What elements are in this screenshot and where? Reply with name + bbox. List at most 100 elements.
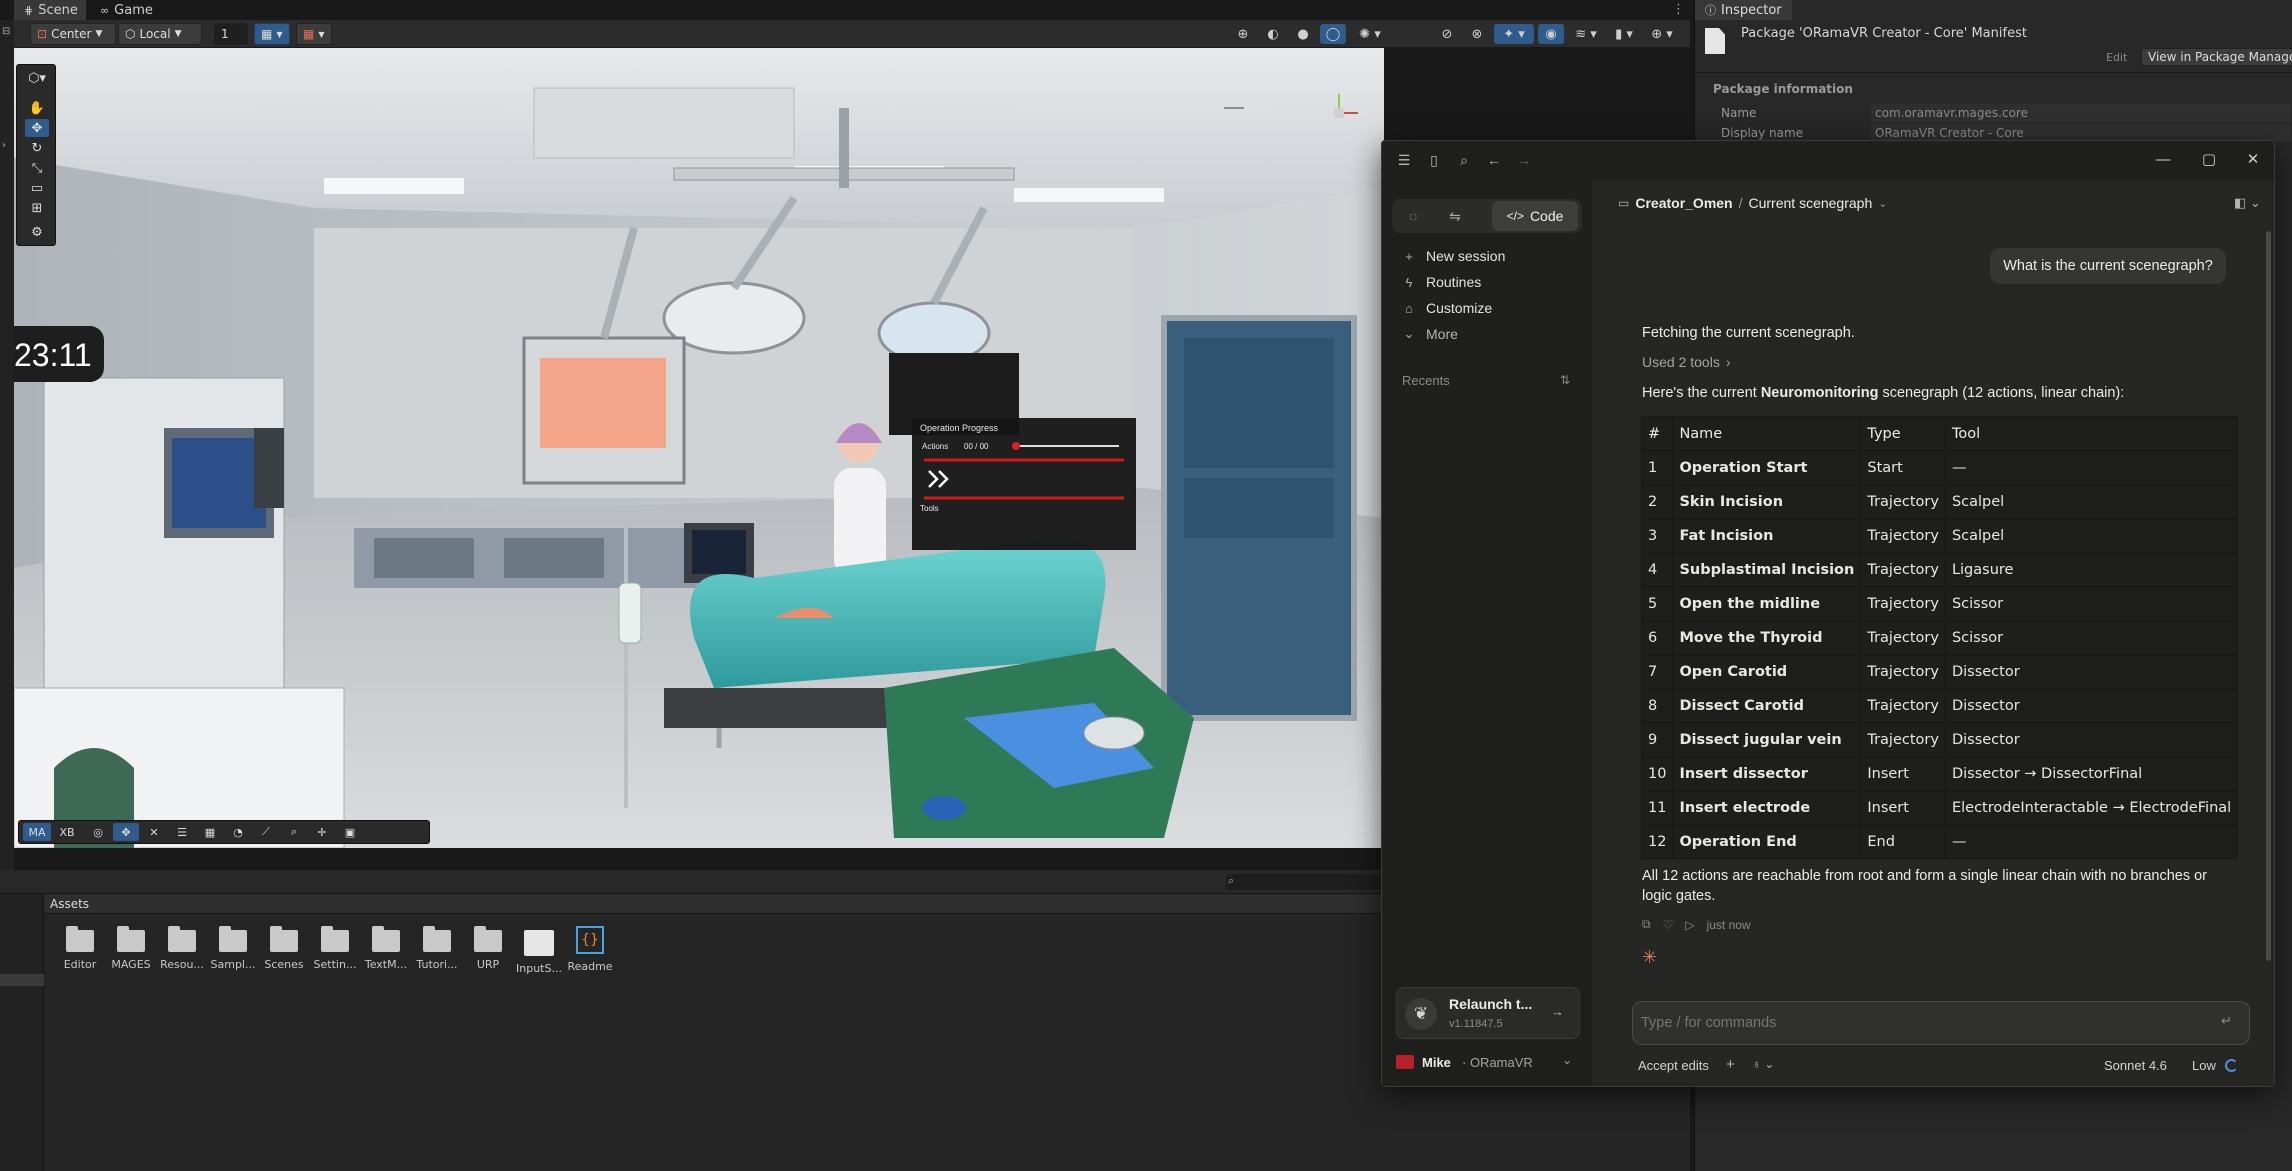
sidebar-item-routines[interactable]: ϟ Routines — [1402, 271, 1482, 293]
lighting-icon[interactable]: ✺ ▾ — [1350, 24, 1390, 44]
gizmos-icon[interactable]: ⊕ ▾ — [1644, 24, 1680, 44]
asset-item[interactable]: Editor — [57, 926, 103, 971]
shading-icon[interactable]: ◐ — [1260, 24, 1286, 44]
compass-icon[interactable]: ◎ — [85, 823, 111, 841]
tab-game[interactable]: ∞ Game — [90, 0, 160, 20]
pivot-dropdown[interactable]: ⊡ Center ▼ — [30, 23, 116, 45]
custom-tool-icon[interactable]: ⚙ — [25, 223, 49, 241]
chevron-right-icon[interactable]: › — [2, 140, 6, 151]
view-options-icon[interactable]: ⬡▾ — [25, 69, 49, 87]
filter-icon[interactable]: ⇅ — [1560, 373, 1570, 387]
tab-menu-icon[interactable]: ⋮ — [1672, 2, 1685, 17]
view-in-package-manager-button[interactable]: View in Package Manage — [2141, 48, 2292, 66]
effort-selector[interactable]: Low — [2192, 1058, 2216, 1073]
grid-snap-button[interactable]: ▦ ▼ — [254, 23, 290, 45]
send-icon[interactable]: ↵ — [2221, 1013, 2232, 1029]
chat-mode-icon[interactable]: ◌ — [1398, 201, 1428, 231]
cowork-mode-icon[interactable]: ⇋ — [1440, 201, 1470, 231]
model-selector[interactable]: Sonnet 4.6 — [2104, 1058, 2167, 1073]
tools-used-toggle[interactable]: Used 2 tools › — [1642, 354, 1731, 370]
grid-icon[interactable]: ▦ — [197, 823, 223, 841]
asset-item[interactable]: Resou... — [159, 926, 205, 971]
sidebar-item-more[interactable]: ⌄ More — [1402, 323, 1458, 345]
minimize-icon[interactable]: — — [2140, 141, 2186, 177]
rotate-tool-icon[interactable]: ↻ — [25, 139, 49, 157]
asset-item[interactable]: Sampl... — [210, 926, 256, 971]
visibility-icon[interactable]: ◉ — [1538, 24, 1564, 44]
tree-selected-row[interactable] — [0, 974, 44, 986]
forward-arrow-icon[interactable]: → — [1510, 149, 1538, 171]
tab-inspector[interactable]: ⓘ Inspector — [1695, 0, 1792, 20]
sliders-icon[interactable]: ☰ — [169, 823, 195, 841]
xb-button[interactable]: XB — [53, 823, 81, 841]
asset-item[interactable]: Scenes — [261, 926, 307, 971]
folder-icon — [474, 926, 502, 952]
asset-item[interactable]: MAGES — [108, 926, 154, 971]
project-name[interactable]: Creator_Omen — [1635, 195, 1732, 211]
panel-toggle-icon[interactable]: ◧ ⌄ — [2234, 195, 2261, 211]
chat-scrollbar[interactable] — [2266, 231, 2271, 961]
move-icon[interactable]: ✥ — [113, 823, 139, 841]
asset-item[interactable]: {} Readme — [567, 926, 613, 973]
tools-icon[interactable]: ✕ — [141, 823, 167, 841]
space-dropdown[interactable]: ⬡ Local ▼ — [118, 23, 202, 45]
tab-scene[interactable]: ⋕ Scene — [14, 0, 86, 20]
effects-icon[interactable]: ✦ ▾ — [1494, 24, 1534, 44]
accept-edits-button[interactable]: Accept edits — [1638, 1058, 1709, 1073]
table-cell: Fat Incision — [1672, 518, 1862, 553]
search-icon[interactable]: ⌕ — [281, 823, 307, 841]
sidebar-item-new-session[interactable]: + New session — [1402, 245, 1505, 267]
shaded-mode-icon[interactable]: ◯ — [1320, 24, 1346, 44]
camera-icon[interactable]: ▮ ▾ — [1606, 24, 1642, 44]
close-icon[interactable]: ✕ — [2230, 141, 2274, 177]
ma-button[interactable]: MA — [23, 823, 51, 841]
thumbs-up-icon[interactable]: ♡ — [1663, 918, 1674, 932]
layers-icon[interactable]: ≋ ▾ — [1568, 24, 1604, 44]
asset-item[interactable]: Tutori... — [414, 926, 460, 971]
table-row: 3 Fat Incision Trajectory Scalpel — [1640, 518, 2239, 553]
rect-tool-icon[interactable]: ▭ — [25, 179, 49, 197]
transform-tool-icon[interactable]: ⊞ — [25, 199, 49, 217]
search-icon[interactable]: ⌕ — [1450, 149, 1478, 171]
orbit-icon[interactable]: ◔ — [225, 823, 251, 841]
asset-item[interactable]: Settin... — [312, 926, 358, 971]
copy-icon[interactable]: ⧉ — [1642, 917, 1651, 932]
axes-icon[interactable]: ✛ — [309, 823, 335, 841]
back-arrow-icon[interactable]: ← — [1480, 149, 1508, 171]
sphere-icon[interactable]: ● — [1290, 24, 1316, 44]
relaunch-update-card[interactable]: ❦ Relaunch t... v1.11847.5 → — [1396, 987, 1580, 1039]
2d-icon[interactable]: ⊘ — [1434, 24, 1460, 44]
sidebar-item-customize[interactable]: ⌂ Customize — [1402, 297, 1492, 319]
audio-icon[interactable]: ⊗ — [1464, 24, 1490, 44]
sidebar-toggle-icon[interactable]: ▯ — [1420, 149, 1448, 171]
user-menu[interactable]: Mike · ORamaVR ⌄ — [1396, 1051, 1580, 1075]
field-value-name[interactable]: com.oramavr.mages.core — [1871, 104, 2291, 122]
path-icon[interactable]: ⟋ — [253, 823, 279, 841]
play-icon[interactable]: ▷ — [1685, 918, 1694, 932]
tab-code[interactable]: </> Code — [1492, 201, 1578, 231]
snap-value-field[interactable]: 1 — [214, 23, 248, 45]
asset-item[interactable]: URP — [465, 926, 511, 971]
axis-gizmo[interactable] — [1314, 88, 1364, 138]
assets-header[interactable]: Assets — [50, 897, 89, 911]
orientation-gizmo-icon[interactable]: ⊕ — [1230, 24, 1256, 44]
scene-viewport[interactable]: 23:11 Operation Progress Actions 00 / 00… — [14, 48, 1384, 848]
edit-button[interactable]: Edit — [2101, 48, 2132, 66]
asset-label: Editor — [63, 958, 97, 971]
menu-icon[interactable]: ☰ — [1390, 149, 1418, 171]
hand-tool-icon[interactable]: ✋ — [25, 99, 49, 117]
command-input[interactable] — [1641, 1010, 2201, 1036]
asset-item[interactable]: InputS... — [516, 930, 562, 975]
session-title[interactable]: Current scenegraph — [1749, 195, 1873, 211]
scale-tool-icon[interactable]: ⤡ — [25, 159, 49, 177]
snap-increment-button[interactable]: ▦ ▼ — [296, 23, 332, 45]
maximize-icon[interactable]: ▢ — [2186, 141, 2232, 177]
asset-item[interactable]: TextM... — [363, 926, 409, 971]
add-icon[interactable]: + — [1726, 1056, 1735, 1073]
move-tool-icon[interactable]: ✥ — [25, 119, 49, 137]
asset-search-input[interactable]: ⌕ — [1226, 874, 1386, 890]
table-cell: Dissect jugular vein — [1672, 722, 1862, 757]
composer-box[interactable]: ↵ — [1632, 1001, 2250, 1045]
camera-icon[interactable]: ▣ — [337, 823, 363, 841]
microphone-icon[interactable]: ♁ ⌄ — [1752, 1057, 1774, 1071]
